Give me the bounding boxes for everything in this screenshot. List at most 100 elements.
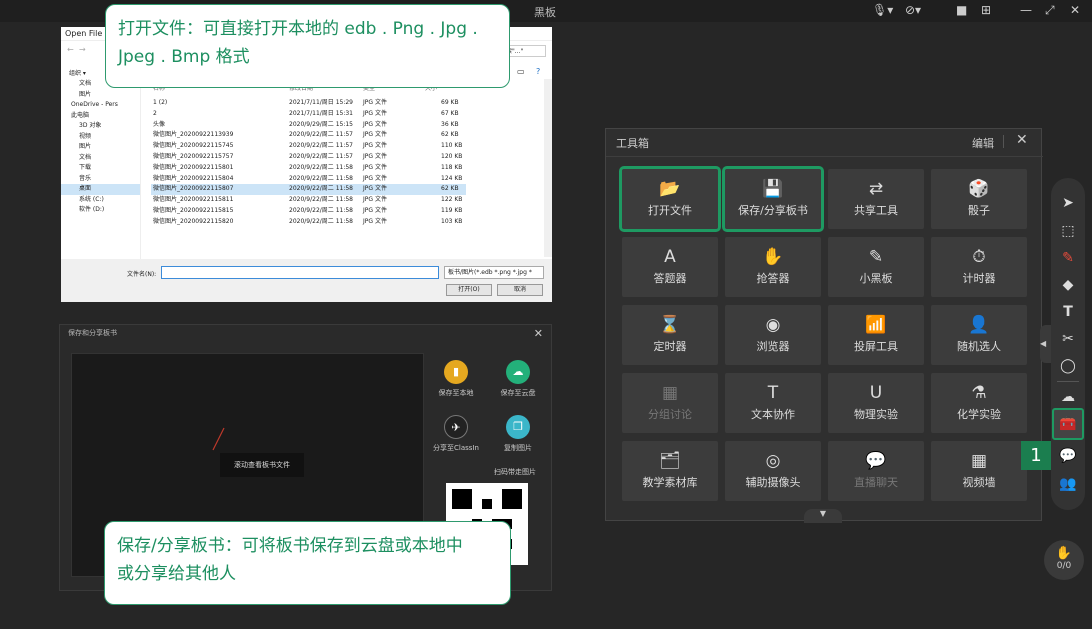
- file-row[interactable]: 头像 2020/9/29/周二 15:15 JPG 文件 36 KB: [151, 120, 466, 131]
- callout-save-share: 保存/分享板书：可将板书保存到云盘或本地中 或分享给其他人: [104, 521, 511, 605]
- save-cloud-option[interactable]: ☁ 保存至云盘: [489, 360, 547, 398]
- file-type: JPG 文件: [363, 131, 387, 139]
- save-local-option[interactable]: ▮ 保存至本地: [427, 360, 485, 398]
- tool-tile[interactable]: ◎ 辅助摄像头: [725, 441, 821, 501]
- tool-tile[interactable]: ⌛ 定时器: [622, 305, 718, 365]
- forward-icon[interactable]: →: [79, 45, 86, 54]
- shape-icon[interactable]: ◯: [1051, 358, 1085, 374]
- file-date: 2020/9/29/周二 15:15: [289, 120, 353, 128]
- tool-tile[interactable]: 📶 投屏工具: [828, 305, 924, 365]
- mic-off-icon[interactable]: 🎙▾: [872, 3, 893, 17]
- close-icon[interactable]: ✕: [1016, 132, 1028, 148]
- sidebar-item[interactable]: OneDrive - Pers: [61, 100, 140, 111]
- divider: [1057, 381, 1079, 382]
- qr-label: 扫码带走图片: [494, 468, 536, 476]
- sidebar-item[interactable]: 桌面: [61, 184, 140, 195]
- minimize-icon[interactable]: —: [1020, 3, 1032, 17]
- raise-hand-icon: ✋: [1055, 546, 1073, 561]
- back-icon[interactable]: ←: [67, 45, 74, 54]
- file-size: 36 KB: [441, 120, 459, 128]
- tool-tile[interactable]: ✋ 抢答器: [725, 237, 821, 297]
- tool-tile[interactable]: ⇄ 共享工具: [828, 169, 924, 229]
- tool-tile[interactable]: 💬 直播聊天: [828, 441, 924, 501]
- file-row[interactable]: 微信图片_20200922115820 2020/9/22/周二 11:58 JPG…: [151, 217, 466, 228]
- help-icon[interactable]: ?: [536, 67, 540, 76]
- collapse-icon[interactable]: ▼: [804, 509, 842, 523]
- close-icon[interactable]: ✕: [1070, 3, 1080, 17]
- sidebar-item[interactable]: 音乐: [61, 174, 140, 185]
- organize-button[interactable]: 组织 ▾: [69, 68, 86, 77]
- tool-icon: ⌛: [659, 315, 681, 335]
- video-icon[interactable]: ■: [956, 3, 967, 17]
- select-icon[interactable]: ⬚: [1051, 223, 1085, 239]
- chat-icon[interactable]: 💬: [1051, 448, 1085, 464]
- file-row[interactable]: 1 (2) 2021/7/11/周日 15:29 JPG 文件 69 KB: [151, 98, 466, 109]
- layout-icon[interactable]: ⊞: [981, 3, 991, 17]
- share-classin-option[interactable]: ✈ 分享至ClassIn: [427, 415, 485, 453]
- sidebar-item[interactable]: 图片: [61, 90, 140, 101]
- raise-hand-button[interactable]: ✋ 0/0: [1044, 540, 1084, 580]
- file-name: 微信图片_20200922115807: [153, 185, 234, 193]
- sidebar-item[interactable]: 此电脑: [61, 111, 140, 122]
- tool-tile[interactable]: ⚗ 化学实验: [931, 373, 1027, 433]
- scissors-icon[interactable]: ✂: [1051, 331, 1085, 347]
- sidebar-item[interactable]: 图片: [61, 142, 140, 153]
- toolbox-icon[interactable]: 🧰: [1051, 416, 1085, 432]
- eraser-icon[interactable]: ◆: [1051, 277, 1085, 293]
- filename-input[interactable]: [161, 266, 439, 279]
- window-title: 黑板: [534, 6, 556, 19]
- sidebar-item[interactable]: 下载: [61, 163, 140, 174]
- tool-tile[interactable]: A 答题器: [622, 237, 718, 297]
- camera-off-icon[interactable]: ⊘▾: [905, 3, 921, 17]
- pen-icon[interactable]: ✎: [1051, 250, 1085, 266]
- file-date: 2020/9/22/周二 11:58: [289, 217, 353, 225]
- file-row[interactable]: 微信图片_20200922115815 2020/9/22/周二 11:58 JPG…: [151, 206, 466, 217]
- tool-tile[interactable]: U 物理实验: [828, 373, 924, 433]
- tool-tile[interactable]: 📂 打开文件: [619, 166, 721, 232]
- tool-tile[interactable]: ⏱ 计时器: [931, 237, 1027, 297]
- filetype-select[interactable]: 板书/图片(*.edb *.png *.jpg *: [444, 266, 544, 279]
- tool-label: 打开文件: [648, 204, 692, 217]
- tool-tile[interactable]: ✎ 小黑板: [828, 237, 924, 297]
- view-icon[interactable]: ▭: [517, 67, 525, 76]
- file-row[interactable]: 微信图片_20200922115807 2020/9/22/周二 11:58 JPG…: [151, 184, 466, 196]
- open-button[interactable]: 打开(O): [446, 284, 492, 296]
- file-row[interactable]: 2 2021/7/11/周日 15:31 JPG 文件 67 KB: [151, 109, 466, 120]
- cursor-icon[interactable]: ➤: [1051, 195, 1085, 211]
- fullscreen-icon[interactable]: ⤢: [1045, 3, 1055, 18]
- cloud-icon[interactable]: ☁: [1051, 389, 1085, 405]
- tool-tile[interactable]: ▦ 视频墙: [931, 441, 1027, 501]
- sidebar-item[interactable]: 软件 (D:): [61, 205, 140, 216]
- tool-tile[interactable]: ▦ 分组讨论: [622, 373, 718, 433]
- tool-label: 浏览器: [756, 340, 790, 353]
- tool-label: 分组讨论: [648, 408, 692, 421]
- sidebar-item[interactable]: 3D 对象: [61, 121, 140, 132]
- sidebar-item[interactable]: 系统 (C:): [61, 195, 140, 206]
- sidebar-item[interactable]: 文档: [61, 153, 140, 164]
- file-row[interactable]: 微信图片_20200922113939 2020/9/22/周二 11:57 JPG…: [151, 130, 466, 141]
- cancel-button[interactable]: 取消: [497, 284, 543, 296]
- file-date: 2020/9/22/周二 11:58: [289, 163, 353, 171]
- tool-tile[interactable]: T 文本协作: [725, 373, 821, 433]
- members-icon[interactable]: 👥: [1051, 476, 1085, 492]
- tool-tile[interactable]: 💾 保存/分享板书: [722, 166, 824, 232]
- scrollbar[interactable]: [544, 79, 552, 257]
- edit-button[interactable]: 编辑: [972, 135, 994, 151]
- tool-label: 物理实验: [854, 408, 898, 421]
- close-icon[interactable]: ✕: [534, 327, 543, 340]
- sidebar-item[interactable]: 视频: [61, 132, 140, 143]
- tool-icon: ▦: [970, 451, 988, 471]
- tool-tile[interactable]: 🗂 教学素材库: [622, 441, 718, 501]
- divider: [1003, 135, 1004, 148]
- text-icon[interactable]: T: [1051, 304, 1085, 320]
- file-row[interactable]: 微信图片_20200922115757 2020/9/22/周二 11:57 JPG…: [151, 152, 466, 163]
- file-row[interactable]: 微信图片_20200922115745 2020/9/22/周二 11:57 JPG…: [151, 141, 466, 152]
- tool-tile[interactable]: 🎲 骰子: [931, 169, 1027, 229]
- file-row[interactable]: 微信图片_20200922115804 2020/9/22/周二 11:58 JPG…: [151, 174, 466, 185]
- tool-tile[interactable]: 👤 随机选人: [931, 305, 1027, 365]
- copy-image-option[interactable]: ❐ 复制图片: [489, 415, 547, 453]
- file-name: 微信图片_20200922115801: [153, 163, 234, 171]
- tool-tile[interactable]: ◉ 浏览器: [725, 305, 821, 365]
- file-row[interactable]: 微信图片_20200922115801 2020/9/22/周二 11:58 JPG…: [151, 163, 466, 174]
- file-row[interactable]: 微信图片_20200922115811 2020/9/22/周二 11:58 JPG…: [151, 195, 466, 206]
